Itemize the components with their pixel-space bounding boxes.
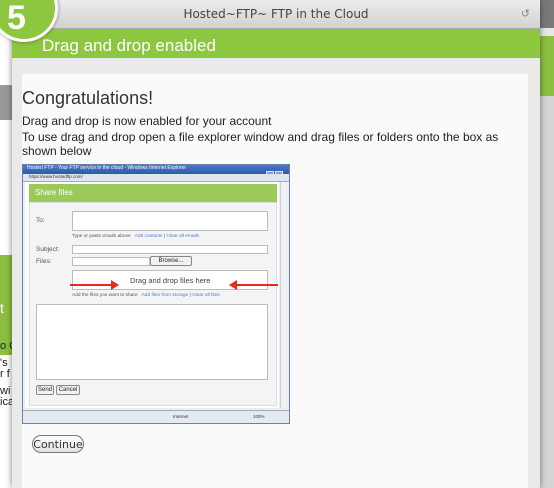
- share-form: To: Type or paste emails above Add conta…: [29, 202, 277, 406]
- example-screenshot: Hosted FTP - Your FTP service in the clo…: [22, 164, 290, 424]
- files-field: [72, 257, 150, 266]
- congrats-heading: Congratulations!: [22, 88, 154, 108]
- page-title: Drag and drop enabled: [42, 36, 216, 55]
- window-titlebar: Hosted~FTP~ FTP in the Cloud ↺: [12, 0, 540, 29]
- drop-zone-label: Drag and drop files here: [130, 276, 211, 285]
- right-arrow-icon: [70, 280, 119, 290]
- message-field: [36, 304, 268, 380]
- screenshot-address: https://www.hostedftp.com/: [29, 174, 83, 179]
- status-zoom: 100%: [253, 414, 265, 419]
- share-files-title: Share files: [35, 188, 73, 197]
- window-resize-icon[interactable]: ↺: [521, 7, 530, 20]
- files-hint: Add the files you want to share Add file…: [72, 293, 220, 298]
- screenshot-titlebar: Hosted FTP - Your FTP service in the clo…: [23, 165, 289, 197]
- subject-field: [72, 245, 268, 254]
- to-hint: Type or paste emails above Add contacts …: [72, 234, 200, 239]
- to-label: To:: [36, 217, 45, 224]
- send-button: Send: [36, 385, 54, 395]
- instruction-message: To use drag and drop open a file explore…: [22, 130, 499, 158]
- screenshot-address-bar: https://www.hostedftp.com/: [23, 174, 289, 182]
- background-right-gray-block: [540, 96, 554, 488]
- screenshot-title: Hosted FTP - Your FTP service in the clo…: [27, 165, 187, 171]
- status-zone: Internet: [173, 414, 189, 419]
- window-title: Hosted~FTP~ FTP in the Cloud: [183, 7, 369, 21]
- background-fragment: o C: [0, 340, 12, 352]
- files-label: Files:: [36, 258, 52, 265]
- screenshot-status-bar: Internet 100%: [23, 410, 289, 423]
- background-right-green-block: [540, 36, 554, 96]
- browse-button: Browse...: [150, 256, 192, 266]
- page-header: Drag and drop enabled: [12, 29, 540, 58]
- to-field: [72, 211, 268, 231]
- share-files-header: Share files: [29, 184, 277, 202]
- background-fragment: ica: [0, 396, 12, 408]
- left-arrow-icon: [229, 280, 278, 290]
- background-fragment: r f: [0, 368, 10, 380]
- continue-button[interactable]: Continue: [32, 435, 84, 453]
- screenshot-scrollbar: [280, 182, 289, 408]
- enabled-message: Drag and drop is now enabled for your ac…: [22, 114, 272, 128]
- cancel-button: Cancel: [56, 385, 80, 395]
- subject-label: Subject:: [36, 246, 60, 253]
- background-left-gray-block: [0, 85, 12, 120]
- screenshot-window-controls: [265, 166, 287, 197]
- background-fragment: t: [0, 300, 4, 316]
- step-number: 5: [7, 0, 26, 37]
